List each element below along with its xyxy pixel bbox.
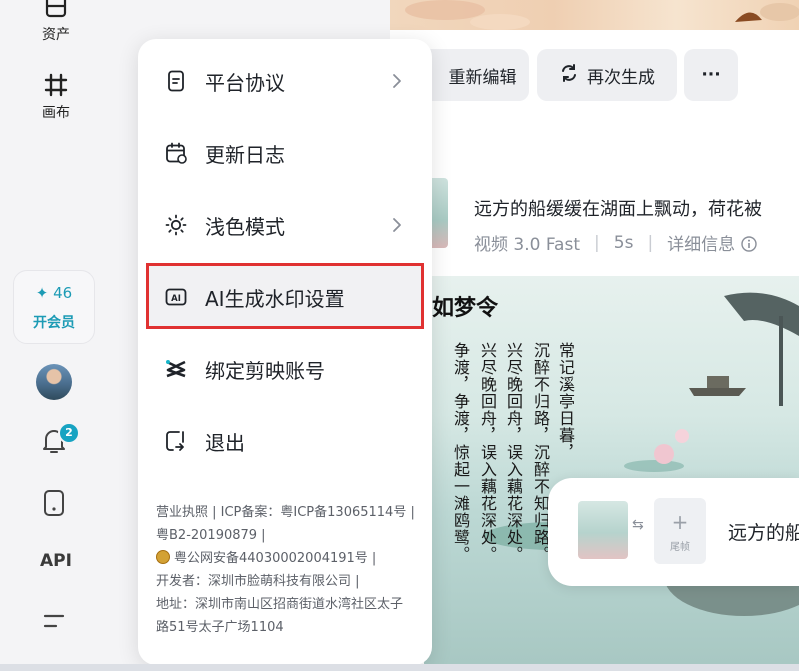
tail-frame-label: 尾帧 <box>670 542 690 553</box>
menu-icon[interactable] <box>42 611 66 635</box>
legal-line[interactable]: 营业执照 | ICP备案：粤ICP备13065114号 | <box>156 501 426 524</box>
details-label: 详细信息 <box>667 235 736 255</box>
menu-item-label: AI生成水印设置 <box>205 286 345 311</box>
legal-line: 地址：深圳市南山区招商街道水湾社区太子 <box>156 597 404 612</box>
sidebar-item-canvas[interactable]: 画布 <box>0 72 112 122</box>
first-frame-thumbnail[interactable] <box>578 501 628 559</box>
menu-item-label: 绑定剪映账号 <box>205 358 325 383</box>
api-link[interactable]: API <box>0 551 112 571</box>
poem-line: 争渡，争渡，惊起一滩鸥鹭。 <box>451 342 470 563</box>
more-icon: ··· <box>701 65 721 85</box>
menu-item-label: 平台协议 <box>205 70 285 95</box>
assets-icon <box>0 0 112 24</box>
credit-points: ✦ 46 <box>35 284 73 302</box>
info-icon <box>740 235 757 255</box>
legal-line-text: 粤公网安备44030002004191号 | <box>174 551 377 566</box>
regenerate-label: 再次生成 <box>587 67 655 88</box>
menu-item-label: 更新日志 <box>205 142 285 167</box>
notification-badge: 2 <box>58 422 80 444</box>
tail-frame-slot[interactable]: + 尾帧 <box>654 498 706 564</box>
legal-line[interactable]: 开发者：深圳市脸萌科技有限公司 | <box>156 570 426 593</box>
vip-card[interactable]: ✦ 46 开会员 <box>13 270 95 344</box>
capcut-icon <box>164 357 188 381</box>
poem-title: 如梦令 <box>432 295 499 321</box>
logout-icon <box>164 429 188 453</box>
plus-icon: + <box>671 510 689 534</box>
legal-footer: 营业执照 | ICP备案：粤ICP备13065114号 | 粤B2-201908… <box>156 501 426 639</box>
left-sidebar: 资产 画布 ✦ 46 开会员 2 API <box>0 0 112 671</box>
poem-line: 沉醉不归路，沉醉不知归路。 <box>531 342 550 563</box>
calendar-icon <box>164 141 188 165</box>
regenerate-button[interactable]: 再次生成 <box>537 49 677 101</box>
menu-item-label: 退出 <box>205 430 245 455</box>
chevron-right-icon <box>386 215 406 235</box>
menu-item-bind-capcut[interactable]: 绑定剪映账号 <box>160 341 412 397</box>
avatar[interactable] <box>36 364 72 400</box>
menu-item-label: 浅色模式 <box>205 214 285 239</box>
menu-item-platform-agreement[interactable]: 平台协议 <box>160 53 412 109</box>
details-link[interactable]: 详细信息 <box>667 230 757 255</box>
police-badge-icon <box>156 550 170 564</box>
poem-line: 常记溪亭日暮， <box>556 342 575 461</box>
poem-line: 兴尽晚回舟，误入藕花深处。 <box>504 342 523 563</box>
menu-item-ai-watermark-settings[interactable]: AI AI生成水印设置 <box>160 269 412 325</box>
result-meta: 视频 3.0 Fast | 5s | 详细信息 <box>474 230 757 255</box>
divider: | <box>647 232 654 253</box>
refresh-icon <box>559 63 579 88</box>
prompt-text: 远方的船缓缓在湖面上飘动，荷花被 <box>474 199 762 220</box>
legal-line: 路51号太子广场1104 <box>156 620 284 635</box>
bottom-divider <box>0 664 799 671</box>
join-vip-label: 开会员 <box>33 315 75 331</box>
sun-icon <box>164 213 188 237</box>
previous-result-image[interactable] <box>390 0 799 30</box>
mobile-app-icon[interactable] <box>43 489 65 521</box>
poem-line: 兴尽晚回舟，误入藕花深处。 <box>478 342 497 563</box>
canvas-icon <box>0 72 112 102</box>
duration: 5s <box>613 232 634 253</box>
legal-line-police[interactable]: 粤公网安备44030002004191号 | <box>156 547 426 570</box>
menu-item-logout[interactable]: 退出 <box>160 413 412 469</box>
prompt-preview: 远方的船 <box>728 522 799 544</box>
svg-text:AI: AI <box>171 294 181 304</box>
sidebar-item-label: 资产 <box>42 27 70 43</box>
document-icon <box>164 69 188 93</box>
chevron-right-icon <box>386 71 406 91</box>
legal-line[interactable]: 粤B2-20190879 | <box>156 524 426 547</box>
ai-badge-icon: AI <box>164 285 188 309</box>
model-name: 视频 3.0 Fast <box>474 235 581 255</box>
menu-item-changelog[interactable]: 更新日志 <box>160 125 412 181</box>
menu-item-light-mode[interactable]: 浅色模式 <box>160 197 412 253</box>
sidebar-item-assets[interactable]: 资产 <box>0 0 112 44</box>
swap-icon[interactable]: ⇆ <box>632 517 644 533</box>
sidebar-item-label: 画布 <box>42 105 70 121</box>
reedit-label: 重新编辑 <box>448 67 517 88</box>
divider: | <box>594 232 600 253</box>
more-button[interactable]: ··· <box>684 49 738 101</box>
